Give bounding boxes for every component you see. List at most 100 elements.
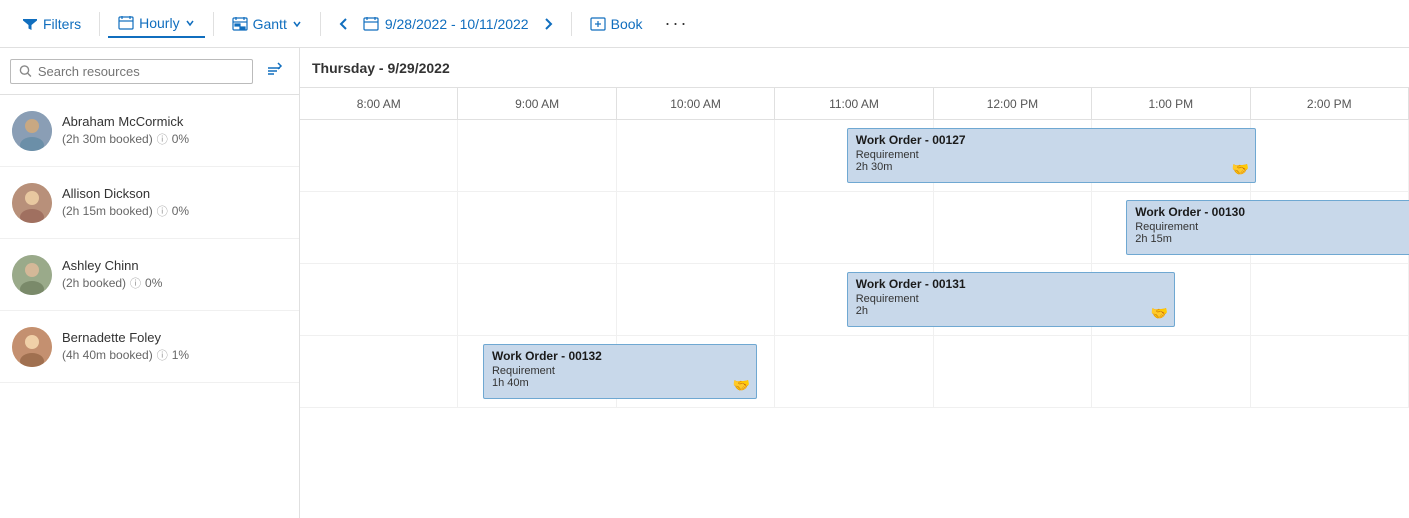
handshake-icon: 🤝 xyxy=(732,377,749,394)
gantt-header-date: Thursday - 9/29/2022 xyxy=(300,48,1409,88)
search-input-wrap[interactable] xyxy=(10,59,253,84)
gantt-cell xyxy=(1251,120,1409,191)
info-icon: ⓘ xyxy=(157,203,168,219)
resource-sub: (2h 15m booked) ⓘ 0% xyxy=(62,203,287,219)
list-item[interactable]: Bernadette Foley (4h 40m booked) ⓘ 1% xyxy=(0,311,299,383)
avatar xyxy=(12,183,52,223)
avatar-image xyxy=(12,183,52,223)
work-order-title: Work Order - 00131 xyxy=(856,277,1166,291)
nav-right-icon xyxy=(541,17,555,31)
gantt-row: Work Order - 00127 Requirement 2h 30m 🤝 xyxy=(300,120,1409,192)
handshake-icon: 🤝 xyxy=(1151,305,1168,322)
gantt-cell xyxy=(934,192,1092,263)
avatar xyxy=(12,327,52,367)
list-item[interactable]: Ashley Chinn (2h booked) ⓘ 0% xyxy=(0,239,299,311)
gantt-cell xyxy=(617,192,775,263)
calendar-icon xyxy=(363,16,379,32)
gantt-icon xyxy=(232,16,248,32)
gantt-panel: Thursday - 9/29/2022 8:00 AM9:00 AM10:00… xyxy=(300,48,1409,518)
list-item[interactable]: Abraham McCormick (2h 30m booked) ⓘ 0% xyxy=(0,95,299,167)
resource-info: Ashley Chinn (2h booked) ⓘ 0% xyxy=(62,258,287,291)
work-order-block[interactable]: Work Order - 00131 Requirement 2h 🤝 xyxy=(847,272,1175,327)
utilization-text: 0% xyxy=(172,204,189,218)
hourly-button[interactable]: Hourly xyxy=(108,10,204,36)
hourly-icon xyxy=(118,15,134,31)
list-item[interactable]: Allison Dickson (2h 15m booked) ⓘ 0% xyxy=(0,167,299,239)
book-plus-icon xyxy=(590,16,606,32)
gantt-cell xyxy=(458,120,616,191)
more-label: ··· xyxy=(665,13,689,34)
work-order-block[interactable]: Work Order - 00130 Requirement 2h 15m xyxy=(1126,200,1409,255)
work-order-title: Work Order - 00127 xyxy=(856,133,1247,147)
search-icon xyxy=(19,64,32,78)
gantt-cell xyxy=(300,192,458,263)
time-cell: 1:00 PM xyxy=(1092,88,1250,119)
avatar-image xyxy=(12,111,52,151)
work-order-duration: 2h xyxy=(856,305,1166,317)
gantt-cell xyxy=(1251,264,1409,335)
time-cell: 10:00 AM xyxy=(617,88,775,119)
gantt-row: Work Order - 00130 Requirement 2h 15m xyxy=(300,192,1409,264)
gantt-label: Gantt xyxy=(253,16,287,32)
avatar-image xyxy=(12,255,52,295)
active-indicator xyxy=(108,36,204,38)
booked-text: (2h booked) xyxy=(62,276,126,290)
filters-button[interactable]: Filters xyxy=(12,11,91,37)
resource-info: Bernadette Foley (4h 40m booked) ⓘ 1% xyxy=(62,330,287,363)
nav-left-button[interactable] xyxy=(329,9,359,39)
gantt-button[interactable]: Gantt xyxy=(222,11,312,37)
gantt-cell xyxy=(458,264,616,335)
resource-name: Allison Dickson xyxy=(62,186,287,201)
sort-icon xyxy=(265,62,283,80)
gantt-chevron-icon xyxy=(292,19,302,29)
nav-left-icon xyxy=(337,17,351,31)
gantt-cell xyxy=(300,120,458,191)
work-order-sub: Requirement xyxy=(1135,221,1409,233)
booked-text: (4h 40m booked) xyxy=(62,348,153,362)
work-order-duration: 1h 40m xyxy=(492,377,748,389)
work-order-title: Work Order - 00130 xyxy=(1135,205,1409,219)
date-range: 9/28/2022 - 10/11/2022 xyxy=(363,16,529,32)
book-label: Book xyxy=(611,16,643,32)
divider-2 xyxy=(213,12,214,36)
info-icon: ⓘ xyxy=(157,131,168,147)
work-order-duration: 2h 30m xyxy=(856,161,1247,173)
utilization-text: 0% xyxy=(145,276,162,290)
time-cell: 2:00 PM xyxy=(1251,88,1409,119)
book-button[interactable]: Book xyxy=(580,11,653,37)
avatar-image xyxy=(12,327,52,367)
work-order-block[interactable]: Work Order - 00132 Requirement 1h 40m 🤝 xyxy=(483,344,757,399)
more-button[interactable]: ··· xyxy=(657,8,697,39)
work-order-block[interactable]: Work Order - 00127 Requirement 2h 30m 🤝 xyxy=(847,128,1256,183)
handshake-icon: 🤝 xyxy=(1232,161,1249,178)
search-bar xyxy=(0,48,299,95)
sort-button[interactable] xyxy=(259,56,289,86)
hourly-button-wrap: Hourly xyxy=(108,10,204,38)
resource-info: Allison Dickson (2h 15m booked) ⓘ 0% xyxy=(62,186,287,219)
resource-sub: (4h 40m booked) ⓘ 1% xyxy=(62,347,287,363)
info-icon: ⓘ xyxy=(130,275,141,291)
gantt-cell xyxy=(458,192,616,263)
gantt-cell xyxy=(300,264,458,335)
utilization-text: 0% xyxy=(172,132,189,146)
utilization-text: 1% xyxy=(172,348,189,362)
resource-info: Abraham McCormick (2h 30m booked) ⓘ 0% xyxy=(62,114,287,147)
avatar xyxy=(12,255,52,295)
gantt-body: Work Order - 00127 Requirement 2h 30m 🤝 … xyxy=(300,120,1409,518)
gantt-timescale: 8:00 AM9:00 AM10:00 AM11:00 AM12:00 PM1:… xyxy=(300,88,1409,120)
nav-right-button[interactable] xyxy=(533,9,563,39)
gantt-date-text: Thursday - 9/29/2022 xyxy=(312,60,450,76)
time-cell: 11:00 AM xyxy=(775,88,933,119)
resource-name: Abraham McCormick xyxy=(62,114,287,129)
work-order-title: Work Order - 00132 xyxy=(492,349,748,363)
search-input[interactable] xyxy=(38,64,244,79)
gantt-cell xyxy=(617,264,775,335)
info-icon: ⓘ xyxy=(157,347,168,363)
gantt-cell xyxy=(617,120,775,191)
time-cell: 9:00 AM xyxy=(458,88,616,119)
time-cell: 12:00 PM xyxy=(934,88,1092,119)
divider-4 xyxy=(571,12,572,36)
gantt-cell xyxy=(775,192,933,263)
filters-label: Filters xyxy=(43,16,81,32)
gantt-cell xyxy=(775,336,933,407)
